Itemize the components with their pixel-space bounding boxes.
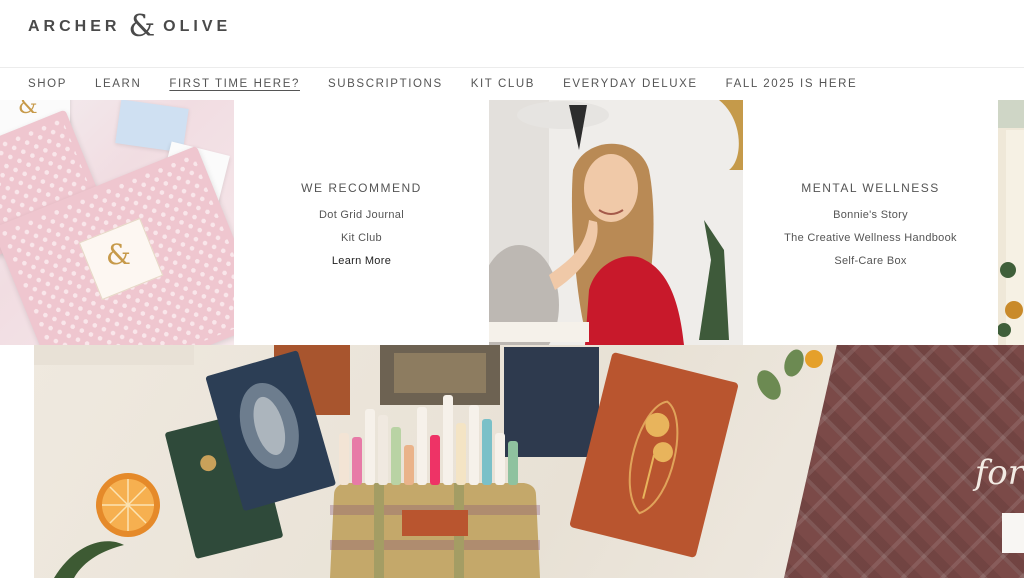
recommend-panel: WE RECOMMEND Dot Grid Journal Kit Club L… [234,105,489,345]
floral-journal-image [998,100,1024,345]
nav-shop[interactable]: SHOP [28,78,67,90]
link-kit-club[interactable]: Kit Club [341,232,382,244]
ampersand-gold-icon: & [106,238,131,271]
mega-menu: & & WE RECOMMEND Dot Grid Journal Kit Cl… [0,100,1024,345]
nav-fall-2025[interactable]: FALL 2025 IS HERE [726,78,858,90]
main-nav: SHOP LEARN FIRST TIME HERE? SUBSCRIPTION… [0,67,1024,100]
wellness-title: MENTAL WELLNESS [801,181,940,195]
brand-logo[interactable]: ARCHER & OLIVE [28,12,231,42]
nav-kit-club[interactable]: KIT CLUB [471,78,535,90]
recommend-title: WE RECOMMEND [301,181,422,195]
pink-journals-image: & & [0,100,234,345]
hero-headline: for [974,453,1024,493]
founder-photo [489,100,743,345]
hero-cta-button[interactable] [1002,513,1024,553]
nav-first-time-here[interactable]: FIRST TIME HERE? [169,78,300,90]
link-dot-grid-journal[interactable]: Dot Grid Journal [319,209,404,221]
brand-word-right: OLIVE [163,18,232,35]
nav-subscriptions[interactable]: SUBSCRIPTIONS [328,78,443,90]
link-creative-wellness-handbook[interactable]: The Creative Wellness Handbook [784,232,957,244]
wellness-panel: MENTAL WELLNESS Bonnie's Story The Creat… [743,105,998,345]
link-learn-more[interactable]: Learn More [332,255,391,267]
ampersand-mark-icon: & [18,100,38,119]
brand-word-left: ARCHER [28,18,121,35]
brand-ampersand: & [128,9,156,44]
link-self-care-box[interactable]: Self-Care Box [834,255,906,267]
nav-everyday-deluxe[interactable]: EVERYDAY DELUXE [563,78,698,90]
site-header: ARCHER & OLIVE [0,0,1024,68]
nav-learn[interactable]: LEARN [95,78,141,90]
link-bonnies-story[interactable]: Bonnie's Story [833,209,908,221]
hero-banner[interactable]: for [34,345,1024,578]
